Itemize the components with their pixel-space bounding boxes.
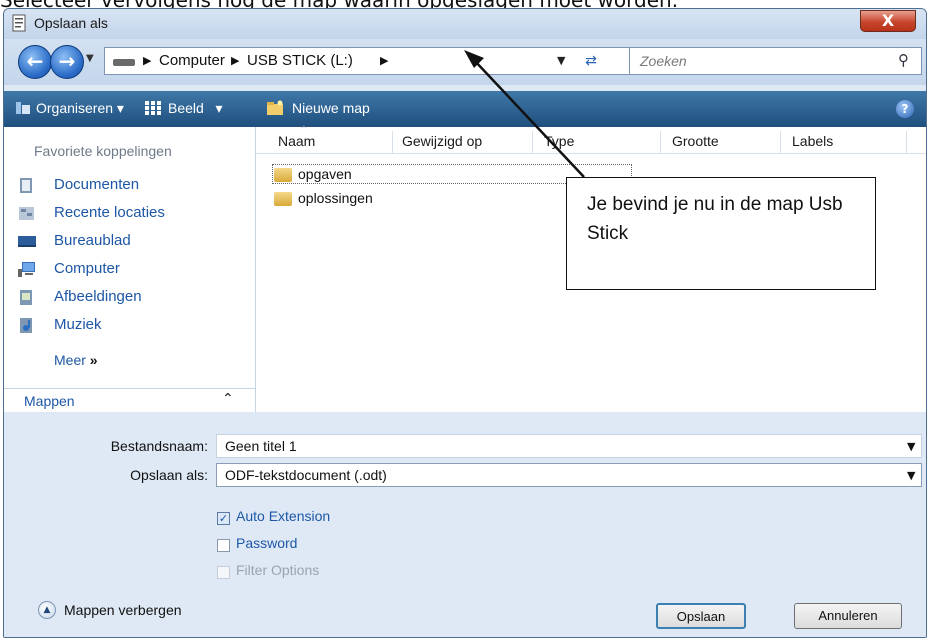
organize-icon [16,102,30,114]
sidebar-item-label: Bureaublad [54,232,131,249]
more-label: Meer [54,352,86,368]
navigation-pane: Favoriete koppelingen Documenten Recente… [4,127,256,413]
pictures-icon [20,290,32,305]
password-checkbox[interactable] [217,539,230,552]
breadcrumb-usb-stick[interactable]: USB STICK (L:) [247,52,353,69]
hide-folders-button[interactable]: Mappen verbergen [64,602,182,618]
forward-button[interactable]: → [50,45,84,79]
save-button[interactable]: Opslaan [656,603,746,629]
password-label: Password [236,535,298,551]
folders-toggle[interactable]: Mappen ⌃ [4,388,255,413]
chevron-up-icon: ⌃ [222,391,234,407]
column-header-labels[interactable]: Labels [792,133,833,153]
recent-places-icon [19,207,34,220]
column-header-modified[interactable]: Gewijzigd op [402,133,482,153]
address-bar[interactable]: ▶ Computer ▶ USB STICK (L:) ▶ ▼ ⇄ [104,47,649,75]
search-field[interactable]: Zoeken ⚲ [629,47,922,75]
column-divider[interactable] [532,131,533,153]
title-bar[interactable]: Opslaan als X [4,9,926,39]
annotation-callout: Je bevind je nu in de map Usb Stick [566,177,876,290]
breadcrumb-separator-icon[interactable]: ▶ [231,54,239,67]
column-header-row: Naam ⌃ Gewijzigd op Type Grootte Labels [256,125,926,154]
column-divider[interactable] [780,131,781,153]
computer-icon [18,262,35,277]
save-dialog-icon [12,14,26,32]
column-header-name[interactable]: Naam [278,133,315,153]
auto-extension-checkbox[interactable]: ✓ [217,512,230,525]
column-header-size[interactable]: Grootte [672,133,719,153]
sidebar-item-label: Documenten [54,176,140,193]
address-history-dropdown-icon[interactable]: ▼ [557,54,565,67]
filename-dropdown-icon[interactable]: ▼ [907,440,915,453]
filename-label: Bestandsnaam: [110,438,208,454]
sidebar-item-pictures[interactable]: Afbeeldingen [18,286,248,310]
view-icon [145,101,161,115]
column-divider[interactable] [906,131,907,153]
folder-icon [274,168,292,182]
sidebar-item-label: Muziek [54,316,102,333]
file-name: opgaven [298,166,352,182]
view-button[interactable]: Beeld ▾ [168,100,223,117]
window-title: Opslaan als [34,15,108,31]
cancel-button[interactable]: Annuleren [794,603,902,629]
search-icon[interactable]: ⚲ [898,51,909,69]
breadcrumb-separator-icon[interactable]: ▶ [143,54,151,67]
address-row: ← → ▼ ▶ Computer ▶ USB STICK (L:) ▶ ▼ ⇄ … [4,39,926,85]
breadcrumb-separator-icon[interactable]: ▶ [380,54,388,67]
filename-field[interactable]: Geen titel 1 ▼ [216,434,922,458]
file-name: oplossingen [298,190,373,206]
view-label: Beeld [168,100,204,116]
documents-icon [20,178,32,193]
organize-button[interactable]: Organiseren ▾ [36,100,124,117]
drive-icon [113,59,135,66]
column-divider[interactable] [392,131,393,153]
filename-value: Geen titel 1 [225,438,297,454]
column-header-type[interactable]: Type [544,133,574,153]
sort-ascending-icon: ⌃ [300,125,308,135]
close-button[interactable]: X [860,10,916,32]
help-icon[interactable]: ? [896,100,914,118]
organize-label: Organiseren [36,100,114,116]
sidebar-item-desktop[interactable]: Bureaublad [18,230,248,254]
breadcrumb-computer[interactable]: Computer [159,52,225,69]
desktop-icon [18,236,36,247]
filter-options-label: Filter Options [236,562,320,578]
save-type-label: Opslaan als: [130,467,208,483]
filter-options-checkbox [217,566,230,579]
folder-icon [274,192,292,206]
save-type-value: ODF-tekstdocument (.odt) [225,467,387,483]
folders-label: Mappen [24,393,75,409]
back-button[interactable]: ← [18,45,52,79]
sidebar-item-label: Computer [54,260,120,277]
sidebar-item-music[interactable]: Muziek [18,314,248,338]
sidebar-item-label: Recente locaties [54,204,165,221]
save-type-select[interactable]: ODF-tekstdocument (.odt) ▼ [216,463,922,487]
sidebar-item-documents[interactable]: Documenten [18,174,248,198]
sidebar-item-computer[interactable]: Computer [18,258,248,282]
callout-text: Je bevind je nu in de map Usb Stick [587,194,843,244]
favorite-links-header: Favoriete koppelingen [34,143,172,159]
music-icon [20,318,32,333]
search-placeholder: Zoeken [640,53,687,69]
chevron-up-circle-icon[interactable]: ▲ [38,601,56,619]
auto-extension-label: Auto Extension [236,508,331,524]
save-type-dropdown-icon[interactable]: ▼ [907,469,915,482]
new-folder-button[interactable]: Nieuwe map [292,100,370,116]
column-divider[interactable] [660,131,661,153]
sidebar-item-recent-places[interactable]: Recente locaties [18,202,248,226]
save-options-panel: Bestandsnaam: Geen titel 1 ▼ Opslaan als… [4,412,926,637]
save-as-dialog: Opslaan als X ← → ▼ ▶ Computer ▶ USB STI… [3,8,927,638]
more-links-button[interactable]: Meer » [54,352,98,368]
command-toolbar: Organiseren ▾ Beeld ▾ Nieuwe map ? [4,91,926,127]
sidebar-item-label: Afbeeldingen [54,288,142,305]
refresh-icon[interactable]: ⇄ [580,51,602,71]
recent-pages-dropdown[interactable]: ▼ [86,53,94,64]
new-folder-icon [267,100,283,115]
